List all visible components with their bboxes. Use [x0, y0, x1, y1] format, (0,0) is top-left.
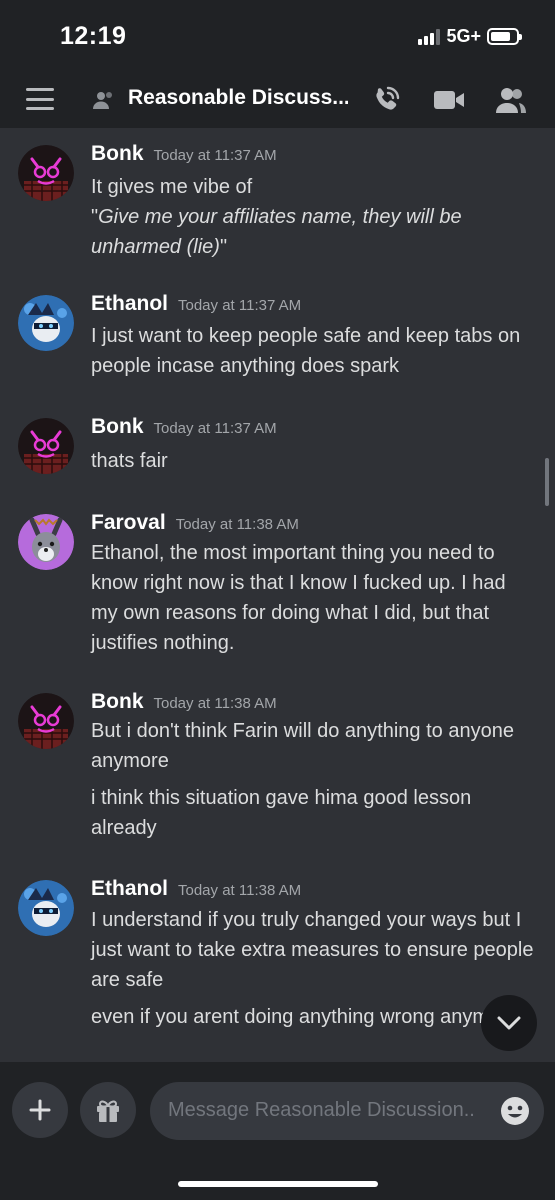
- message-composer: Message Reasonable Discussion..: [0, 1062, 555, 1200]
- message-author[interactable]: Bonk Today at 11:37 AM: [91, 142, 277, 166]
- message-author[interactable]: Ethanol Today at 11:38 AM: [91, 877, 301, 901]
- message-list[interactable]: Bonk Today at 11:37 AM It gives me vibe o…: [0, 128, 555, 1062]
- battery-icon: [487, 28, 522, 45]
- channel-header: Reasonable Discuss...: [0, 72, 555, 128]
- home-indicator[interactable]: [178, 1181, 378, 1187]
- scrollbar-thumb[interactable]: [545, 458, 549, 506]
- emoji-icon[interactable]: [500, 1096, 530, 1126]
- bonk-avatar[interactable]: [18, 693, 74, 749]
- status-time: 12:19: [60, 22, 127, 50]
- chevron-down-icon: [497, 1016, 521, 1030]
- menu-icon[interactable]: [26, 88, 54, 110]
- message-text: But i don't think Farin will do anything…: [91, 720, 514, 839]
- jump-to-latest-button[interactable]: [481, 995, 537, 1051]
- attach-button[interactable]: [12, 1082, 68, 1138]
- message-text: Ethanol, the most important thing you ne…: [91, 542, 506, 654]
- avatar-image: [18, 693, 74, 749]
- message-text: thats fair: [91, 450, 168, 472]
- channel-name[interactable]: Reasonable Discuss...: [128, 86, 348, 110]
- message-timestamp: Today at 11:37 AM: [153, 420, 277, 437]
- gift-button[interactable]: [80, 1082, 136, 1138]
- avatar-image: [18, 418, 74, 474]
- message-author[interactable]: Bonk Today at 11:37 AM: [91, 415, 277, 439]
- message-text: I understand if you truly changed your w…: [91, 909, 534, 1028]
- message-input-placeholder: Message Reasonable Discussion..: [168, 1099, 475, 1121]
- gift-icon: [97, 1100, 119, 1122]
- faroval-avatar[interactable]: [18, 514, 74, 570]
- plus-icon: [29, 1099, 51, 1121]
- video-camera-icon: [434, 91, 464, 109]
- avatar-image: [18, 295, 74, 351]
- message-text: I just want to keep people safe and keep…: [91, 325, 521, 377]
- message-timestamp: Today at 11:38 AM: [178, 882, 302, 899]
- ethanol-avatar[interactable]: [18, 880, 74, 936]
- bonk-avatar[interactable]: [18, 418, 74, 474]
- ethanol-avatar[interactable]: [18, 295, 74, 351]
- bonk-avatar[interactable]: [18, 145, 74, 201]
- message-author[interactable]: Bonk Today at 11:38 AM: [91, 690, 277, 714]
- message-timestamp: Today at 11:38 AM: [153, 695, 277, 712]
- message-text: It gives me vibe of "Give me your affili…: [91, 176, 462, 258]
- message-timestamp: Today at 11:38 AM: [175, 516, 299, 533]
- message-input[interactable]: Message Reasonable Discussion..: [150, 1082, 544, 1140]
- message-author[interactable]: Faroval Today at 11:38 AM: [91, 511, 299, 535]
- voice-call-button[interactable]: [370, 84, 402, 116]
- cellular-signal-icon: [418, 28, 441, 45]
- group-dm-icon: [93, 92, 112, 109]
- message-timestamp: Today at 11:37 AM: [178, 297, 302, 314]
- status-bar: 12:19 5G+: [0, 0, 555, 72]
- phone-call-icon: [376, 86, 400, 110]
- status-indicators: 5G+: [418, 26, 522, 47]
- member-list-button[interactable]: [495, 84, 527, 116]
- video-call-button[interactable]: [433, 84, 465, 116]
- avatar-image: [18, 514, 74, 570]
- message-timestamp: Today at 11:37 AM: [153, 147, 277, 164]
- avatar-image: [18, 880, 74, 936]
- network-type: 5G+: [446, 26, 481, 46]
- avatar-image: [18, 145, 74, 201]
- members-icon: [496, 88, 526, 113]
- message-author[interactable]: Ethanol Today at 11:37 AM: [91, 292, 301, 316]
